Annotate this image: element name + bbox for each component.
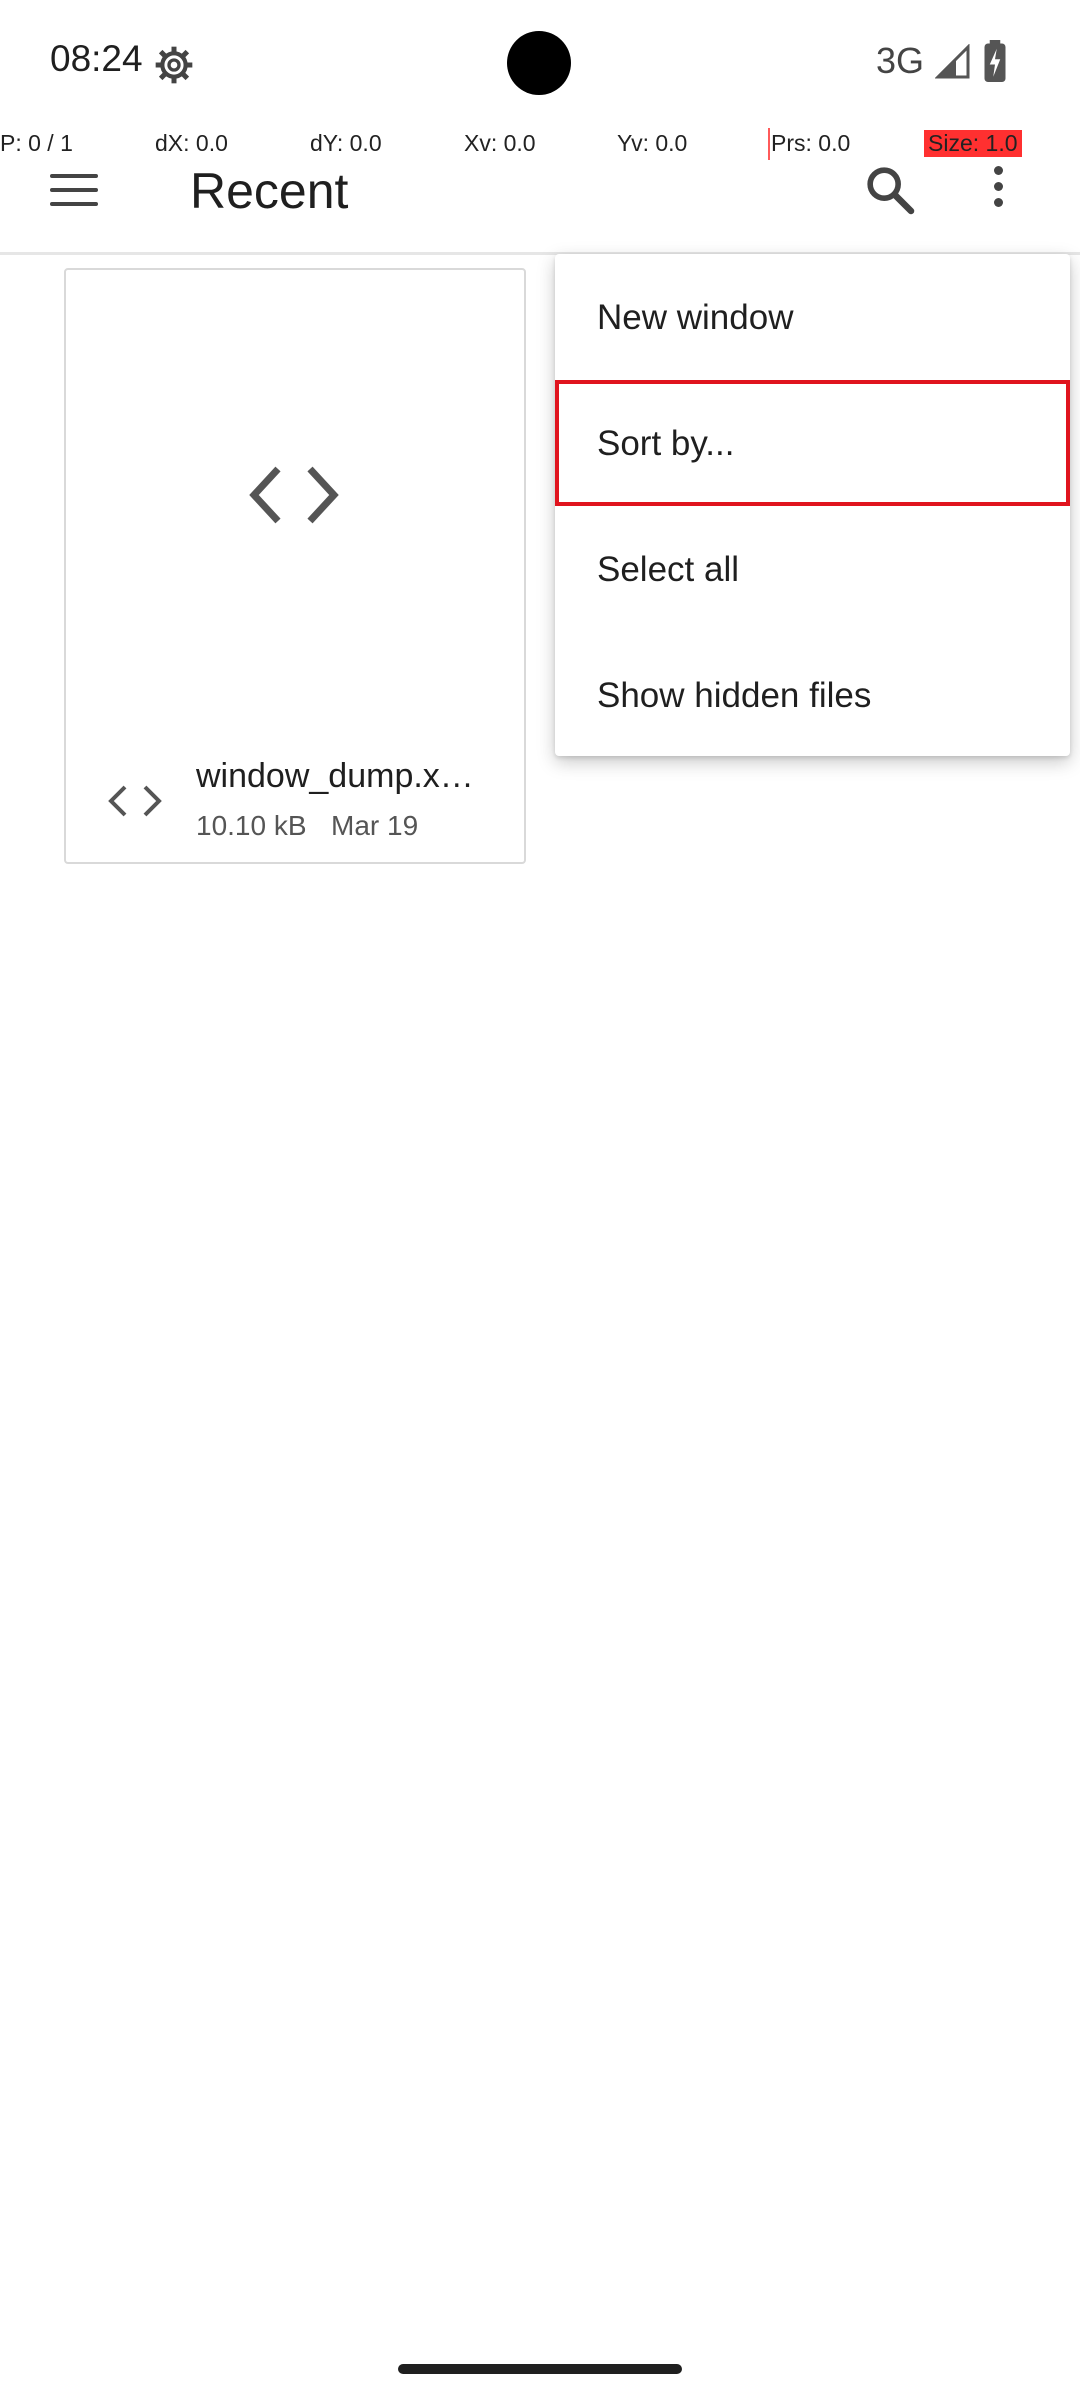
- hamburger-menu-icon[interactable]: [46, 168, 102, 214]
- menu-item-label: Sort by...: [597, 424, 735, 463]
- camera-cutout: [507, 31, 571, 95]
- file-date: Mar 19: [331, 810, 419, 841]
- page-title: Recent: [190, 163, 349, 219]
- signal-icon: [935, 44, 970, 79]
- pointer-dy: dY: 0.0: [310, 130, 382, 156]
- pointer-overlay: P: 0 / 1 dX: 0.0 dY: 0.0 Xv: 0.0 Yv: 0.0…: [0, 128, 1080, 160]
- pointer-divider: [768, 128, 770, 160]
- pointer-prs: Prs: 0.0: [771, 130, 851, 156]
- pointer-dx: dX: 0.0: [155, 130, 228, 156]
- pointer-yv: Yv: 0.0: [617, 130, 688, 156]
- more-vert-icon[interactable]: [994, 162, 1014, 218]
- menu-item-show-hidden-files[interactable]: Show hidden files: [555, 632, 1070, 758]
- settings-gear-icon: [155, 46, 193, 84]
- file-size: 10.10 kB: [196, 810, 307, 841]
- menu-item-label: Show hidden files: [597, 676, 872, 715]
- search-icon[interactable]: [862, 162, 918, 218]
- status-time: 08:24: [50, 38, 143, 79]
- menu-item-new-window[interactable]: New window: [555, 254, 1070, 380]
- menu-item-sort-by[interactable]: Sort by...: [555, 380, 1070, 506]
- menu-item-select-all[interactable]: Select all: [555, 506, 1070, 632]
- gesture-nav-handle[interactable]: [398, 2364, 682, 2374]
- pointer-size: Size: 1.0: [924, 130, 1022, 157]
- file-type-code-icon: [108, 785, 162, 817]
- pointer-count: P: 0 / 1: [0, 130, 73, 156]
- pointer-xv: Xv: 0.0: [464, 130, 536, 156]
- app-bar: [0, 160, 1080, 255]
- menu-item-label: New window: [597, 298, 794, 337]
- status-bar: 08:24 3G: [0, 0, 1080, 125]
- battery-icon: [984, 40, 1006, 82]
- file-name: window_dump.x…: [196, 757, 474, 795]
- code-icon: [249, 466, 339, 524]
- menu-item-label: Select all: [597, 550, 740, 589]
- overflow-menu: New window Sort by... Select all Show hi…: [555, 254, 1070, 756]
- network-type: 3G: [876, 40, 925, 81]
